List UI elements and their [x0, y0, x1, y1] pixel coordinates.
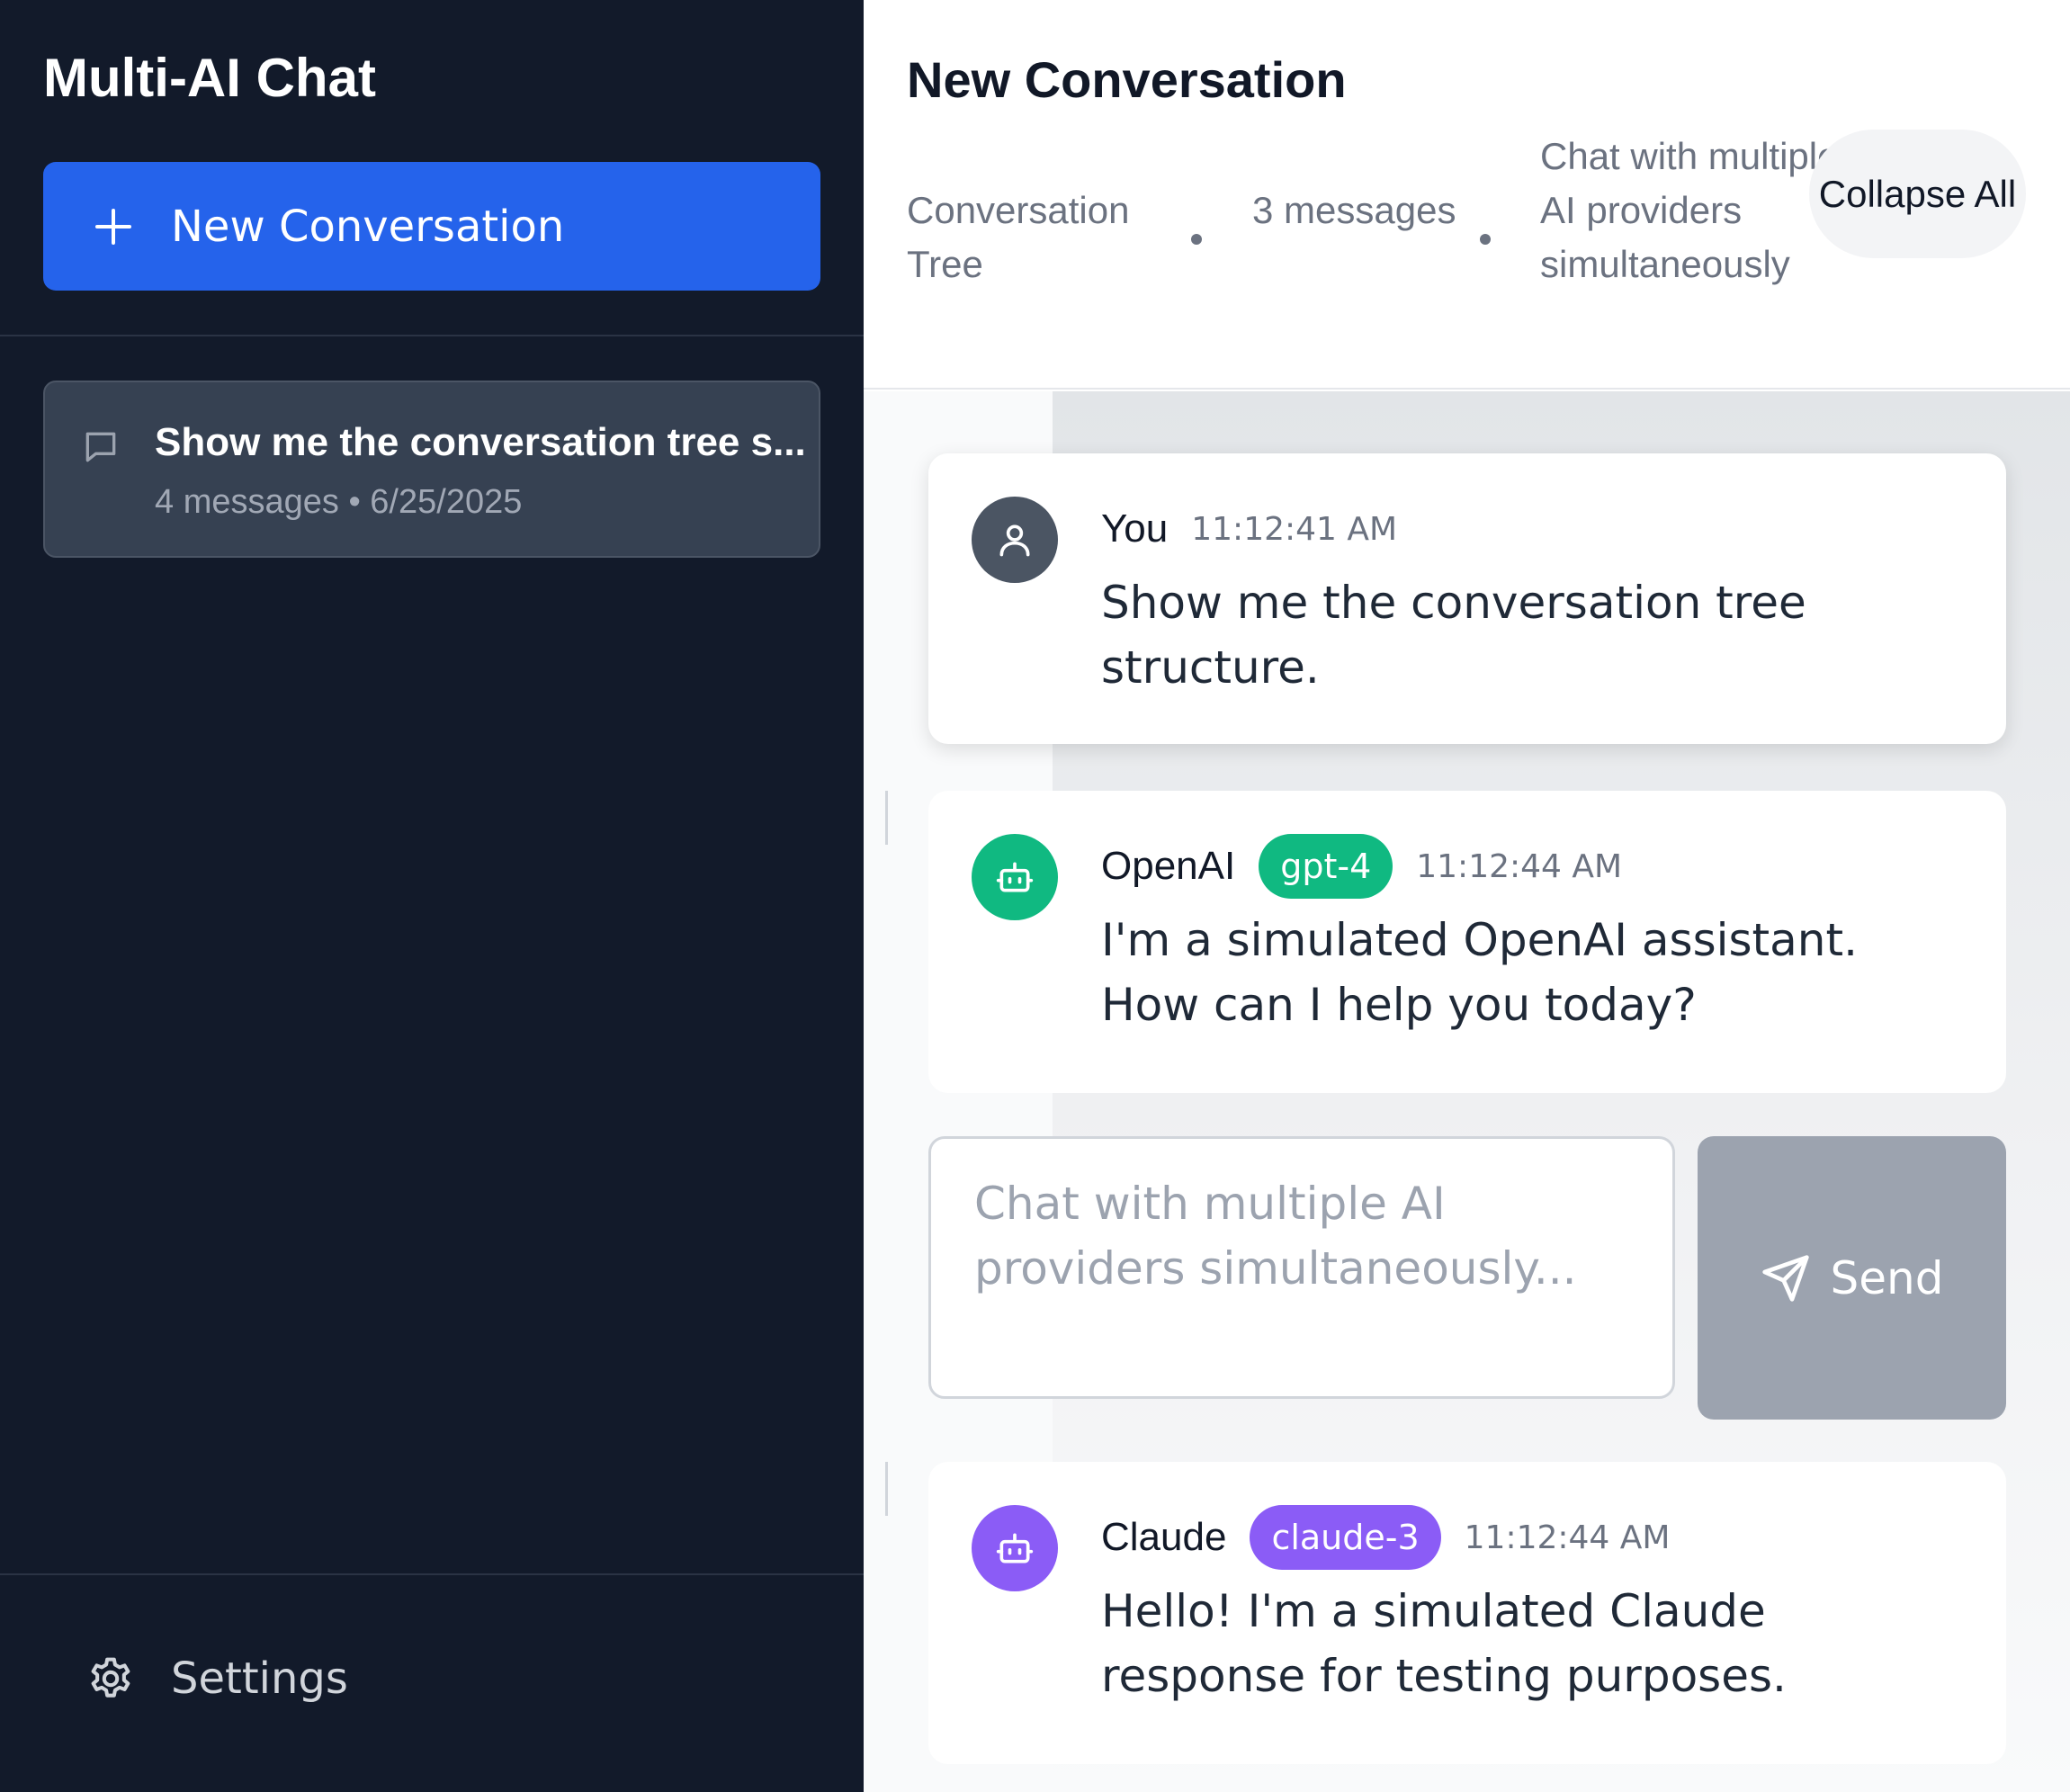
bot-icon [996, 1533, 1034, 1564]
conversation-header: New Conversation Conversation Tree 3 mes… [864, 0, 2070, 390]
sender-name: You [1101, 506, 1169, 551]
message-time: 11:12:44 AM [1464, 1519, 1671, 1556]
model-badge: gpt-4 [1259, 834, 1393, 899]
view-label: Conversation Tree [907, 189, 1130, 285]
claude-avatar [972, 1505, 1058, 1591]
collapse-all-button[interactable]: Collapse All [1809, 130, 2026, 258]
message-time: 11:12:44 AM [1416, 847, 1623, 885]
conversation-list-item[interactable]: Show me the conversation tree s... 4 mes… [43, 381, 820, 558]
user-icon [999, 524, 1030, 557]
message-input[interactable] [931, 1139, 1672, 1396]
message-header: OpenAI gpt-4 11:12:44 AM [1101, 834, 1622, 899]
sender-name: OpenAI [1101, 844, 1236, 888]
send-label: Send [1830, 1251, 1944, 1304]
message-card-claude: Claude claude-3 11:12:44 AM Hello! I'm a… [928, 1462, 2006, 1764]
new-conversation-label: New Conversation [171, 201, 565, 252]
send-button[interactable]: Send [1698, 1136, 2006, 1420]
sender-name: Claude [1101, 1515, 1227, 1559]
sidebar-footer-divider [0, 1573, 864, 1575]
conversation-title: Show me the conversation tree s... [155, 420, 806, 464]
message-text: Show me the conversation tree structure. [1101, 577, 1806, 694]
message-input-wrapper [928, 1136, 1675, 1399]
page-title: New Conversation [907, 51, 1347, 108]
new-conversation-button[interactable]: New Conversation [43, 162, 820, 291]
bot-icon [996, 862, 1034, 892]
message-card-user: You 11:12:41 AM Show me the conversation… [928, 453, 2006, 744]
model-badge: claude-3 [1250, 1505, 1441, 1570]
separator-dot [1480, 234, 1491, 245]
openai-avatar [972, 834, 1058, 920]
gear-icon [91, 1657, 130, 1698]
conversation-tree: You 11:12:41 AM Show me the conversation… [864, 391, 2070, 1792]
plus-icon [92, 205, 135, 248]
message-time: 11:12:41 AM [1191, 510, 1398, 548]
settings-button[interactable]: Settings [86, 1653, 348, 1704]
message-header: You 11:12:41 AM [1101, 497, 1397, 561]
user-avatar [972, 497, 1058, 583]
sidebar: Multi-AI Chat New Conversation Show me t… [0, 0, 864, 1792]
sidebar-divider [0, 335, 864, 336]
main-panel: New Conversation Conversation Tree 3 mes… [864, 0, 2070, 1792]
separator-dot [1191, 234, 1202, 245]
message-card-openai: OpenAI gpt-4 11:12:44 AM I'm a simulated… [928, 791, 2006, 1093]
chat-bubble-icon [85, 432, 116, 462]
conversation-meta: 4 messages • 6/25/2025 [155, 483, 523, 521]
message-text: Hello! I'm a simulated Claude response f… [1101, 1585, 1787, 1702]
message-count: 3 messages [1252, 189, 1456, 231]
app-title: Multi-AI Chat [43, 48, 376, 108]
message-header: Claude claude-3 11:12:44 AM [1101, 1505, 1670, 1570]
branch-connector [885, 1462, 888, 1516]
message-text: I'm a simulated OpenAI assistant. How ca… [1101, 914, 1858, 1031]
send-icon [1761, 1254, 1809, 1302]
settings-label: Settings [171, 1653, 348, 1704]
header-description: Chat with multiple AI providers simultan… [1540, 135, 1839, 285]
branch-connector [885, 791, 888, 845]
